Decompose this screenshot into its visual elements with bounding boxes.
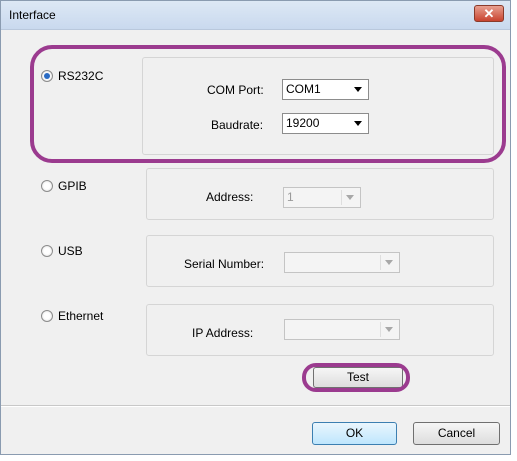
ip-address-label: IP Address: <box>192 326 254 340</box>
title-bar: Interface ✕ <box>1 1 510 30</box>
separator <box>1 405 510 407</box>
radio-ethernet-label: Ethernet <box>58 309 104 323</box>
radio-gpib-button[interactable] <box>41 180 53 192</box>
combo-separator <box>341 190 342 205</box>
interface-dialog: Interface ✕ RS232C COM Port: COM1 Baudra… <box>0 0 511 455</box>
address-select[interactable]: 1 <box>283 187 361 208</box>
address-value: 1 <box>287 190 294 204</box>
combo-separator <box>380 255 381 270</box>
test-highlight <box>302 363 410 392</box>
radio-usb-button[interactable] <box>41 245 53 257</box>
window-title: Interface <box>9 8 56 22</box>
ok-button[interactable]: OK <box>312 422 397 445</box>
radio-gpib[interactable]: GPIB <box>41 179 87 193</box>
gpib-settings-group: Address: 1 <box>146 168 494 220</box>
radio-ethernet[interactable]: Ethernet <box>41 309 103 323</box>
serial-number-label: Serial Number: <box>184 257 265 271</box>
serial-number-select[interactable] <box>284 252 400 273</box>
address-label: Address: <box>206 190 254 204</box>
rs232c-highlight <box>30 45 506 163</box>
ethernet-settings-group: IP Address: <box>146 304 494 356</box>
chevron-down-icon <box>346 195 354 200</box>
usb-settings-group: Serial Number: <box>146 235 494 287</box>
chevron-down-icon <box>385 327 393 332</box>
chevron-down-icon <box>385 260 393 265</box>
radio-usb-label: USB <box>58 244 83 258</box>
radio-gpib-label: GPIB <box>58 179 87 193</box>
ip-address-select[interactable] <box>284 319 400 340</box>
close-button[interactable]: ✕ <box>474 5 504 22</box>
radio-usb[interactable]: USB <box>41 244 83 258</box>
radio-ethernet-button[interactable] <box>41 310 53 322</box>
close-icon: ✕ <box>483 6 495 21</box>
combo-separator <box>380 322 381 337</box>
cancel-button[interactable]: Cancel <box>413 422 500 445</box>
